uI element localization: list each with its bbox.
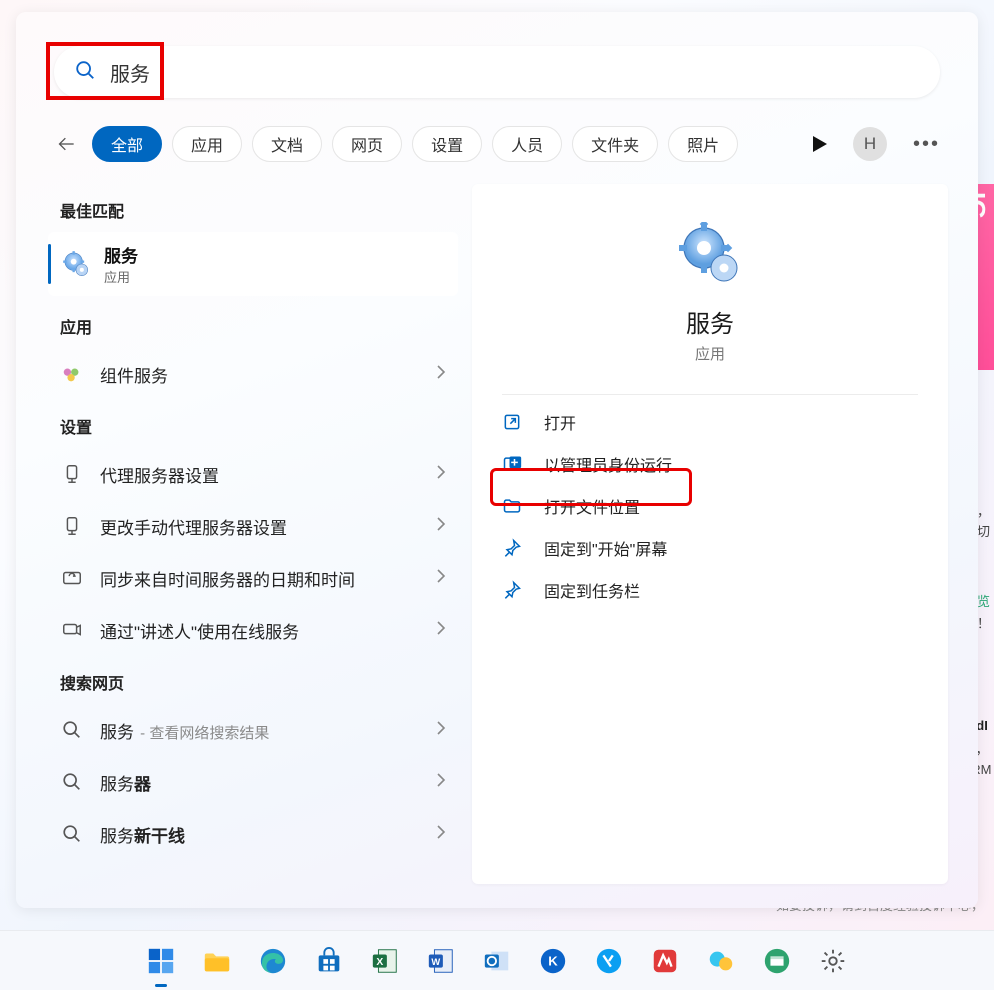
row-label: 同步来自时间服务器的日期和时间 (100, 566, 355, 591)
preview-pane: 服务 应用 打开 以管理员身份运行 打开文件位置 固定到"开始"屏幕 固定到任务… (472, 184, 948, 884)
section-web: 搜索网页 (44, 656, 462, 704)
taskbar-outlook[interactable] (475, 939, 519, 983)
row-label: 通过"讲述人"使用在线服务 (100, 618, 299, 643)
action-open[interactable]: 打开 (472, 401, 948, 443)
services-gear-icon-large (678, 222, 742, 286)
web-item-server[interactable]: 服务器 (44, 756, 462, 808)
taskbar-explorer[interactable] (195, 939, 239, 983)
filter-chip-docs[interactable]: 文档 (252, 126, 322, 162)
taskbar-app-green[interactable] (755, 939, 799, 983)
chevron-right-icon (436, 516, 446, 537)
best-match-subtitle: 应用 (104, 267, 138, 286)
folder-icon (500, 494, 524, 518)
back-button[interactable] (54, 131, 80, 157)
search-input[interactable] (110, 61, 940, 84)
section-best-match: 最佳匹配 (44, 184, 462, 232)
services-gear-icon (62, 250, 90, 278)
taskbar-excel[interactable]: X (363, 939, 407, 983)
search-panel: 全部 应用 文档 网页 设置 人员 文件夹 照片 H ••• 最佳匹配 服务 应… (16, 12, 978, 908)
pin-icon (500, 578, 524, 602)
chevron-right-icon (436, 464, 446, 485)
row-label: 代理服务器设置 (100, 462, 219, 487)
action-label: 打开文件位置 (544, 494, 640, 518)
taskbar-store[interactable] (307, 939, 351, 983)
open-icon (500, 410, 524, 434)
admin-icon (500, 452, 524, 476)
chevron-right-icon (436, 568, 446, 589)
action-label: 打开 (544, 410, 576, 434)
results-column: 最佳匹配 服务 应用 应用 组件服务 设置 代理服务器设置 更改手 (44, 184, 462, 860)
sync-icon (60, 566, 84, 590)
taskbar-app-red[interactable] (643, 939, 687, 983)
chevron-right-icon (436, 720, 446, 741)
taskbar-settings[interactable] (811, 939, 855, 983)
section-settings: 设置 (44, 400, 462, 448)
action-label: 以管理员身份运行 (544, 452, 672, 476)
search-icon (60, 770, 84, 794)
search-bar[interactable] (54, 46, 940, 98)
taskbar-tencent[interactable] (587, 939, 631, 983)
action-pin-taskbar[interactable]: 固定到任务栏 (472, 569, 948, 611)
section-apps: 应用 (44, 300, 462, 348)
proxy-icon (60, 514, 84, 538)
taskbar-word[interactable]: W (419, 939, 463, 983)
web-item-shinkansen[interactable]: 服务新干线 (44, 808, 462, 860)
action-run-as-admin[interactable]: 以管理员身份运行 (472, 443, 948, 485)
taskbar-app-chat[interactable] (699, 939, 743, 983)
row-label: 组件服务 (100, 362, 168, 387)
preview-subtitle: 应用 (472, 343, 948, 364)
best-match-item[interactable]: 服务 应用 (48, 232, 458, 296)
filter-chip-people[interactable]: 人员 (492, 126, 562, 162)
chevron-right-icon (436, 824, 446, 845)
component-services-icon (60, 362, 84, 386)
filter-chip-apps[interactable]: 应用 (172, 126, 242, 162)
preview-title: 服务 (472, 304, 948, 339)
settings-item-proxy[interactable]: 代理服务器设置 (44, 448, 462, 500)
filter-chip-settings[interactable]: 设置 (412, 126, 482, 162)
search-icon (74, 59, 96, 86)
chevron-right-icon (436, 364, 446, 385)
settings-item-manual-proxy[interactable]: 更改手动代理服务器设置 (44, 500, 462, 552)
search-icon (60, 718, 84, 742)
filter-chip-all[interactable]: 全部 (92, 126, 162, 162)
search-icon (60, 822, 84, 846)
action-label: 固定到任务栏 (544, 578, 640, 602)
chevron-right-icon (436, 620, 446, 641)
settings-item-time-sync[interactable]: 同步来自时间服务器的日期和时间 (44, 552, 462, 604)
action-pin-start[interactable]: 固定到"开始"屏幕 (472, 527, 948, 569)
filter-chip-photos[interactable]: 照片 (668, 126, 738, 162)
more-icon[interactable]: ••• (913, 133, 940, 156)
user-avatar[interactable]: H (853, 127, 887, 161)
best-match-title: 服务 (104, 242, 138, 267)
filter-chip-web[interactable]: 网页 (332, 126, 402, 162)
play-icon[interactable] (813, 136, 827, 152)
row-label: 服务器 (100, 770, 151, 795)
pin-icon (500, 536, 524, 560)
taskbar: X W K (0, 930, 994, 990)
taskbar-edge[interactable] (251, 939, 295, 983)
row-label: 服务 - 查看网络搜索结果 (100, 718, 269, 743)
svg-text:W: W (431, 956, 440, 966)
proxy-icon (60, 462, 84, 486)
action-open-location[interactable]: 打开文件位置 (472, 485, 948, 527)
action-label: 固定到"开始"屏幕 (544, 536, 667, 560)
taskbar-kugou[interactable]: K (531, 939, 575, 983)
row-label: 更改手动代理服务器设置 (100, 514, 287, 539)
web-item-services[interactable]: 服务 - 查看网络搜索结果 (44, 704, 462, 756)
svg-text:X: X (376, 956, 383, 967)
chevron-right-icon (436, 772, 446, 793)
taskbar-start[interactable] (139, 939, 183, 983)
filter-chip-folders[interactable]: 文件夹 (572, 126, 658, 162)
row-label: 服务新干线 (100, 822, 185, 847)
svg-text:K: K (548, 953, 558, 968)
filter-row: 全部 应用 文档 网页 设置 人员 文件夹 照片 H ••• (54, 122, 940, 166)
settings-item-narrator[interactable]: 通过"讲述人"使用在线服务 (44, 604, 462, 656)
app-item-component-services[interactable]: 组件服务 (44, 348, 462, 400)
narrator-icon (60, 618, 84, 642)
